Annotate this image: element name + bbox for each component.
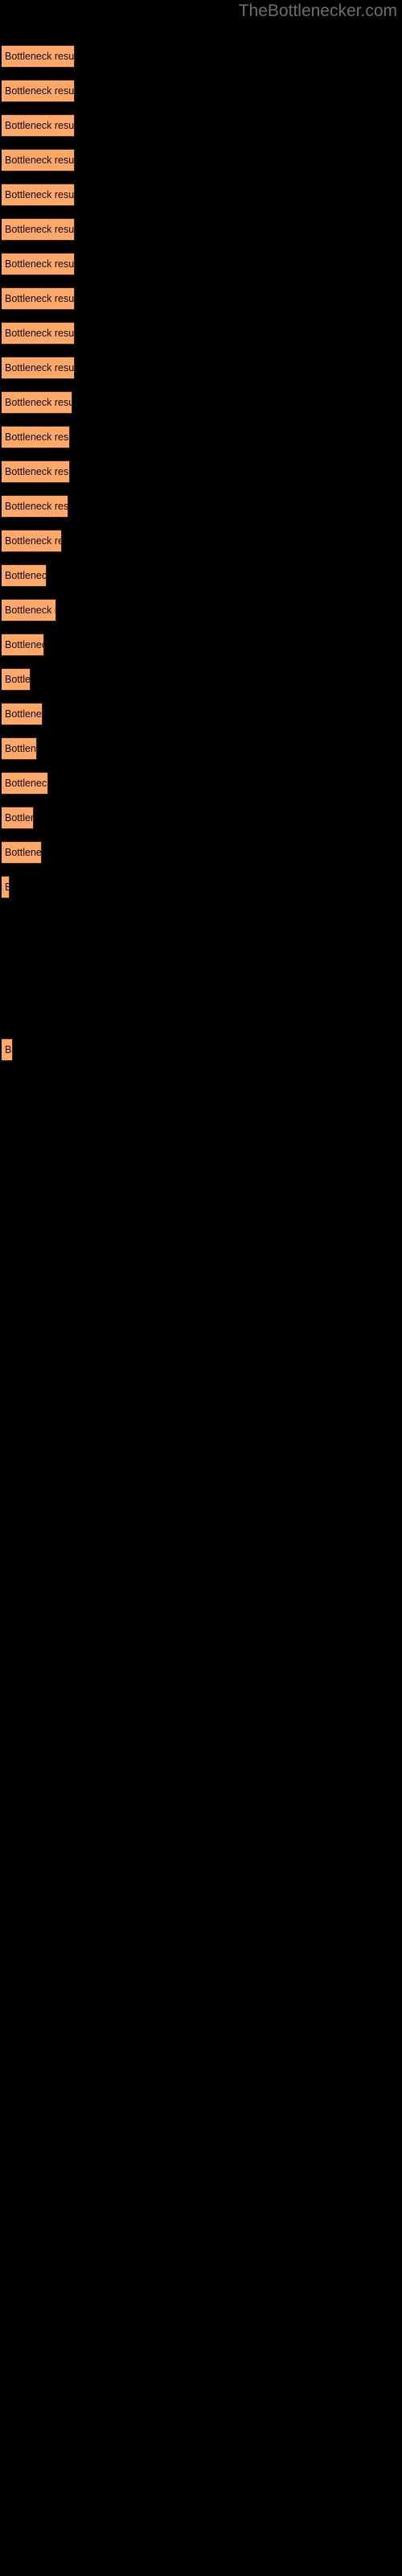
bar-label: Bottleneck result (5, 466, 69, 477)
bar-21[interactable]: Bottleneck result (2, 772, 48, 795)
bar-14[interactable]: Bottleneck result (2, 530, 62, 552)
bar-17[interactable]: Bottleneck result (2, 634, 44, 656)
bar-label: Bottleneck result (5, 328, 75, 339)
bar-7[interactable]: Bottleneck result (2, 287, 75, 310)
bar-label: Bottleneck result (5, 674, 31, 685)
bar-label: Bottleneck result (5, 778, 48, 789)
bar-18[interactable]: Bottleneck result (2, 668, 31, 691)
bar-13[interactable]: Bottleneck result (2, 495, 68, 518)
bar-20[interactable]: Bottleneck result (2, 737, 37, 760)
bar-19[interactable]: Bottleneck result (2, 703, 43, 725)
bar-25[interactable]: Bottleneck result (2, 1038, 13, 1061)
bar-8[interactable]: Bottleneck result (2, 322, 75, 345)
bottleneck-bar-chart: TheBottlenecker.com Bottleneck result Bot… (0, 0, 402, 2576)
bar-0[interactable]: Bottleneck result (2, 45, 75, 68)
bar-5[interactable]: Bottleneck result (2, 218, 75, 241)
bar-12[interactable]: Bottleneck result (2, 460, 70, 483)
bar-label: Bottleneck result (5, 501, 68, 512)
bar-10[interactable]: Bottleneck result (2, 391, 72, 414)
bar-label: Bottleneck result (5, 293, 75, 304)
bar-label: Bottleneck result (5, 362, 75, 374)
bar-label: Bottleneck result (5, 155, 75, 166)
bar-label: Bottleneck result (5, 51, 75, 62)
bar-4[interactable]: Bottleneck result (2, 184, 75, 206)
bar-6[interactable]: Bottleneck result (2, 253, 75, 275)
bar-16[interactable]: Bottleneck result (2, 599, 56, 621)
bar-label: Bottleneck result (5, 847, 42, 858)
bar-label: Bottleneck result (5, 397, 72, 408)
bar-label: Bottleneck result (5, 120, 75, 131)
bar-label: Bottleneck result (5, 1044, 12, 1055)
bar-9[interactable]: Bottleneck result (2, 357, 75, 379)
bar-label: Bottleneck result (5, 189, 75, 200)
bar-label: Bottleneck result (5, 535, 61, 547)
bar-label: Bottleneck result (5, 85, 75, 97)
bar-label: Bottleneck result (5, 812, 33, 824)
bar-label: Bottleneck result (5, 224, 75, 235)
bar-label: Bottleneck result (5, 639, 43, 650)
bar-label: Bottleneck result (5, 708, 42, 720)
bar-label: Bottleneck result (5, 258, 75, 270)
bar-1[interactable]: Bottleneck result (2, 80, 75, 102)
bar-24[interactable]: Bottleneck result (2, 876, 10, 898)
bar-23[interactable]: Bottleneck result (2, 841, 42, 864)
bar-label: Bottleneck result (5, 570, 47, 581)
bar-15[interactable]: Bottleneck result (2, 564, 47, 587)
bar-label: Bottleneck result (5, 431, 69, 443)
bar-label: Bottleneck result (5, 605, 55, 616)
bar-3[interactable]: Bottleneck result (2, 149, 75, 171)
page-title: TheBottlenecker.com (238, 2, 397, 20)
bar-label: Bottleneck result (5, 743, 36, 754)
bar-22[interactable]: Bottleneck result (2, 807, 34, 829)
bar-2[interactable]: Bottleneck result (2, 114, 75, 137)
bar-11[interactable]: Bottleneck result (2, 426, 70, 448)
bar-label: Bottleneck result (5, 881, 9, 893)
